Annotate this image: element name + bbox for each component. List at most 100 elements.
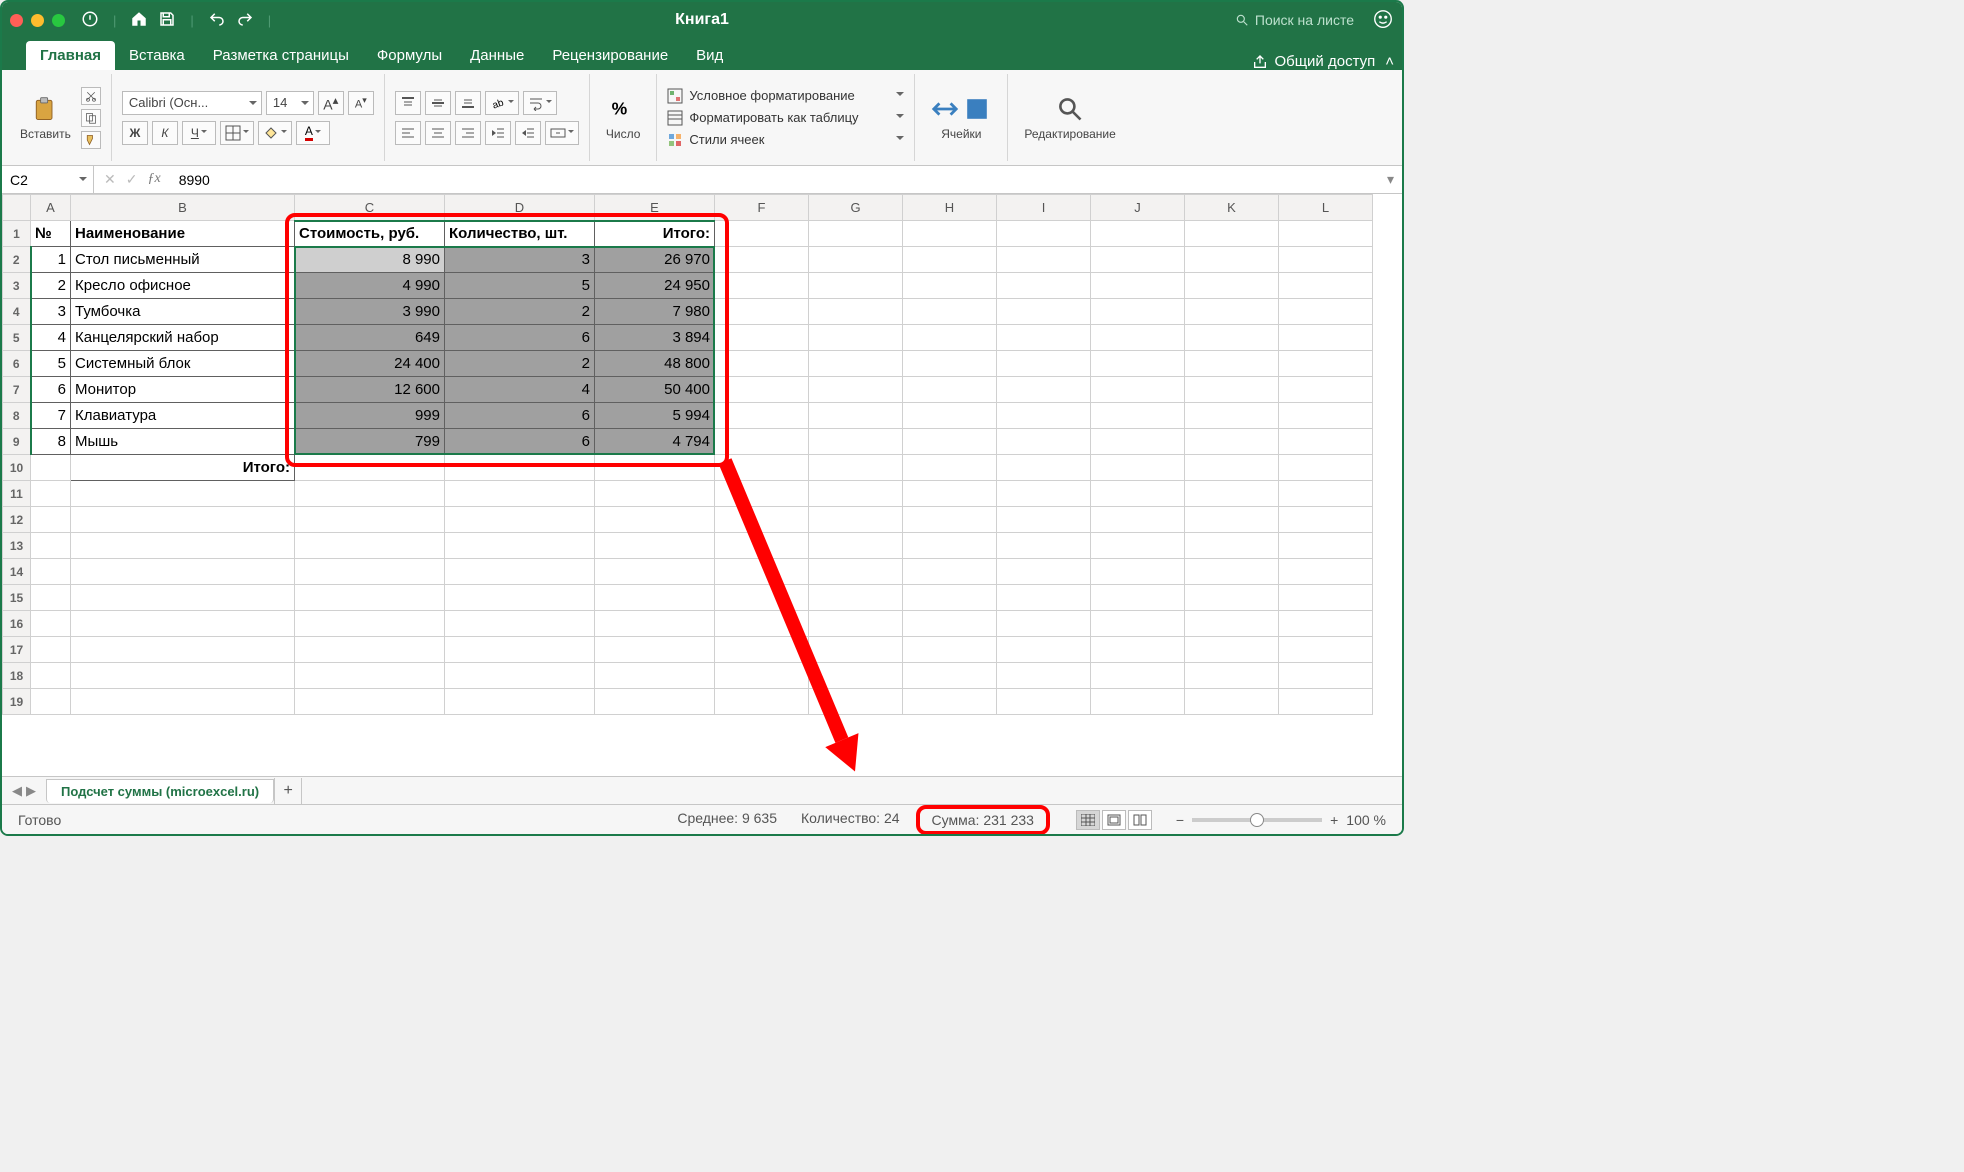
cell[interactable] (903, 325, 997, 351)
cell[interactable] (445, 637, 595, 663)
cell[interactable] (997, 273, 1091, 299)
align-right-button[interactable] (455, 121, 481, 145)
cell[interactable] (1185, 533, 1279, 559)
cell[interactable]: 3 (445, 247, 595, 273)
cell[interactable]: 26 970 (595, 247, 715, 273)
cell[interactable] (31, 507, 71, 533)
font-color-button[interactable]: А (296, 121, 330, 145)
cell[interactable] (71, 533, 295, 559)
cell[interactable]: 6 (445, 403, 595, 429)
cell[interactable]: 2 (31, 273, 71, 299)
cell[interactable] (997, 507, 1091, 533)
cell[interactable] (997, 663, 1091, 689)
font-size-combo[interactable]: 14 (266, 91, 314, 115)
home-icon[interactable] (130, 10, 148, 31)
cell[interactable]: № (31, 221, 71, 247)
cell[interactable] (445, 585, 595, 611)
tab-data[interactable]: Данные (456, 41, 538, 70)
cell[interactable] (715, 559, 809, 585)
cell[interactable] (715, 481, 809, 507)
cell[interactable] (715, 533, 809, 559)
row-header[interactable]: 4 (3, 299, 31, 325)
cell[interactable] (715, 507, 809, 533)
cell[interactable] (1185, 663, 1279, 689)
cell[interactable] (1091, 611, 1185, 637)
cell[interactable] (997, 247, 1091, 273)
share-button[interactable]: Общий доступ (1252, 53, 1375, 70)
cell[interactable] (903, 299, 997, 325)
cell[interactable] (1091, 507, 1185, 533)
align-left-button[interactable] (395, 121, 421, 145)
increase-indent-button[interactable] (515, 121, 541, 145)
minimize-window-button[interactable] (31, 14, 44, 27)
cell[interactable] (1279, 273, 1373, 299)
cell[interactable] (595, 507, 715, 533)
fill-color-button[interactable] (258, 121, 292, 145)
tab-insert[interactable]: Вставка (115, 41, 199, 70)
confirm-formula-icon[interactable]: ✓ (126, 171, 138, 188)
cell[interactable] (445, 689, 595, 715)
cell[interactable] (1279, 611, 1373, 637)
formula-input[interactable]: 8990 (171, 172, 210, 188)
save-icon[interactable] (158, 10, 176, 31)
cell[interactable] (903, 611, 997, 637)
cell[interactable]: Тумбочка (71, 299, 295, 325)
cell[interactable]: Кресло офисное (71, 273, 295, 299)
cell[interactable] (1279, 247, 1373, 273)
cell[interactable] (595, 663, 715, 689)
cell[interactable] (809, 403, 903, 429)
cell[interactable] (715, 663, 809, 689)
cell[interactable] (1091, 221, 1185, 247)
align-bottom-button[interactable] (455, 91, 481, 115)
cell[interactable] (903, 637, 997, 663)
redo-icon[interactable] (236, 10, 254, 31)
cell[interactable] (1279, 299, 1373, 325)
cell[interactable] (445, 507, 595, 533)
row-header[interactable]: 2 (3, 247, 31, 273)
tab-view[interactable]: Вид (682, 41, 737, 70)
cell[interactable] (1091, 325, 1185, 351)
cell[interactable] (715, 689, 809, 715)
underline-button[interactable]: Ч (182, 121, 216, 145)
cell[interactable]: 50 400 (595, 377, 715, 403)
cell[interactable] (809, 689, 903, 715)
editing-button[interactable]: Редактирование (1018, 91, 1121, 145)
cell[interactable] (1279, 663, 1373, 689)
cell[interactable]: 7 (31, 403, 71, 429)
cell[interactable] (809, 507, 903, 533)
cell[interactable]: 4 794 (595, 429, 715, 455)
cell[interactable] (903, 507, 997, 533)
cell[interactable] (715, 247, 809, 273)
cell-styles-button[interactable]: Стили ячеек (667, 132, 904, 148)
cell[interactable] (1091, 273, 1185, 299)
cell[interactable] (1091, 637, 1185, 663)
cell[interactable] (903, 403, 997, 429)
cell[interactable]: 8 990 (295, 247, 445, 273)
cell[interactable] (715, 325, 809, 351)
cell[interactable] (1279, 507, 1373, 533)
cell[interactable]: 6 (31, 377, 71, 403)
cell[interactable]: 7 980 (595, 299, 715, 325)
cell[interactable]: 4 (445, 377, 595, 403)
cell[interactable] (809, 533, 903, 559)
cell[interactable] (595, 533, 715, 559)
cell[interactable]: 2 (445, 299, 595, 325)
normal-view-button[interactable] (1076, 810, 1100, 830)
cell[interactable] (997, 299, 1091, 325)
row-header[interactable]: 3 (3, 273, 31, 299)
cell[interactable] (809, 299, 903, 325)
copy-button[interactable] (81, 109, 101, 127)
cell[interactable] (903, 247, 997, 273)
cell[interactable] (71, 481, 295, 507)
number-format-button[interactable]: % Число (600, 91, 647, 145)
cell[interactable] (715, 351, 809, 377)
cell[interactable] (31, 637, 71, 663)
cell[interactable] (295, 637, 445, 663)
cell[interactable]: 3 (31, 299, 71, 325)
page-break-view-button[interactable] (1128, 810, 1152, 830)
cell[interactable] (295, 481, 445, 507)
cell[interactable] (997, 559, 1091, 585)
cell[interactable] (809, 611, 903, 637)
cell[interactable] (595, 559, 715, 585)
cell[interactable] (445, 481, 595, 507)
